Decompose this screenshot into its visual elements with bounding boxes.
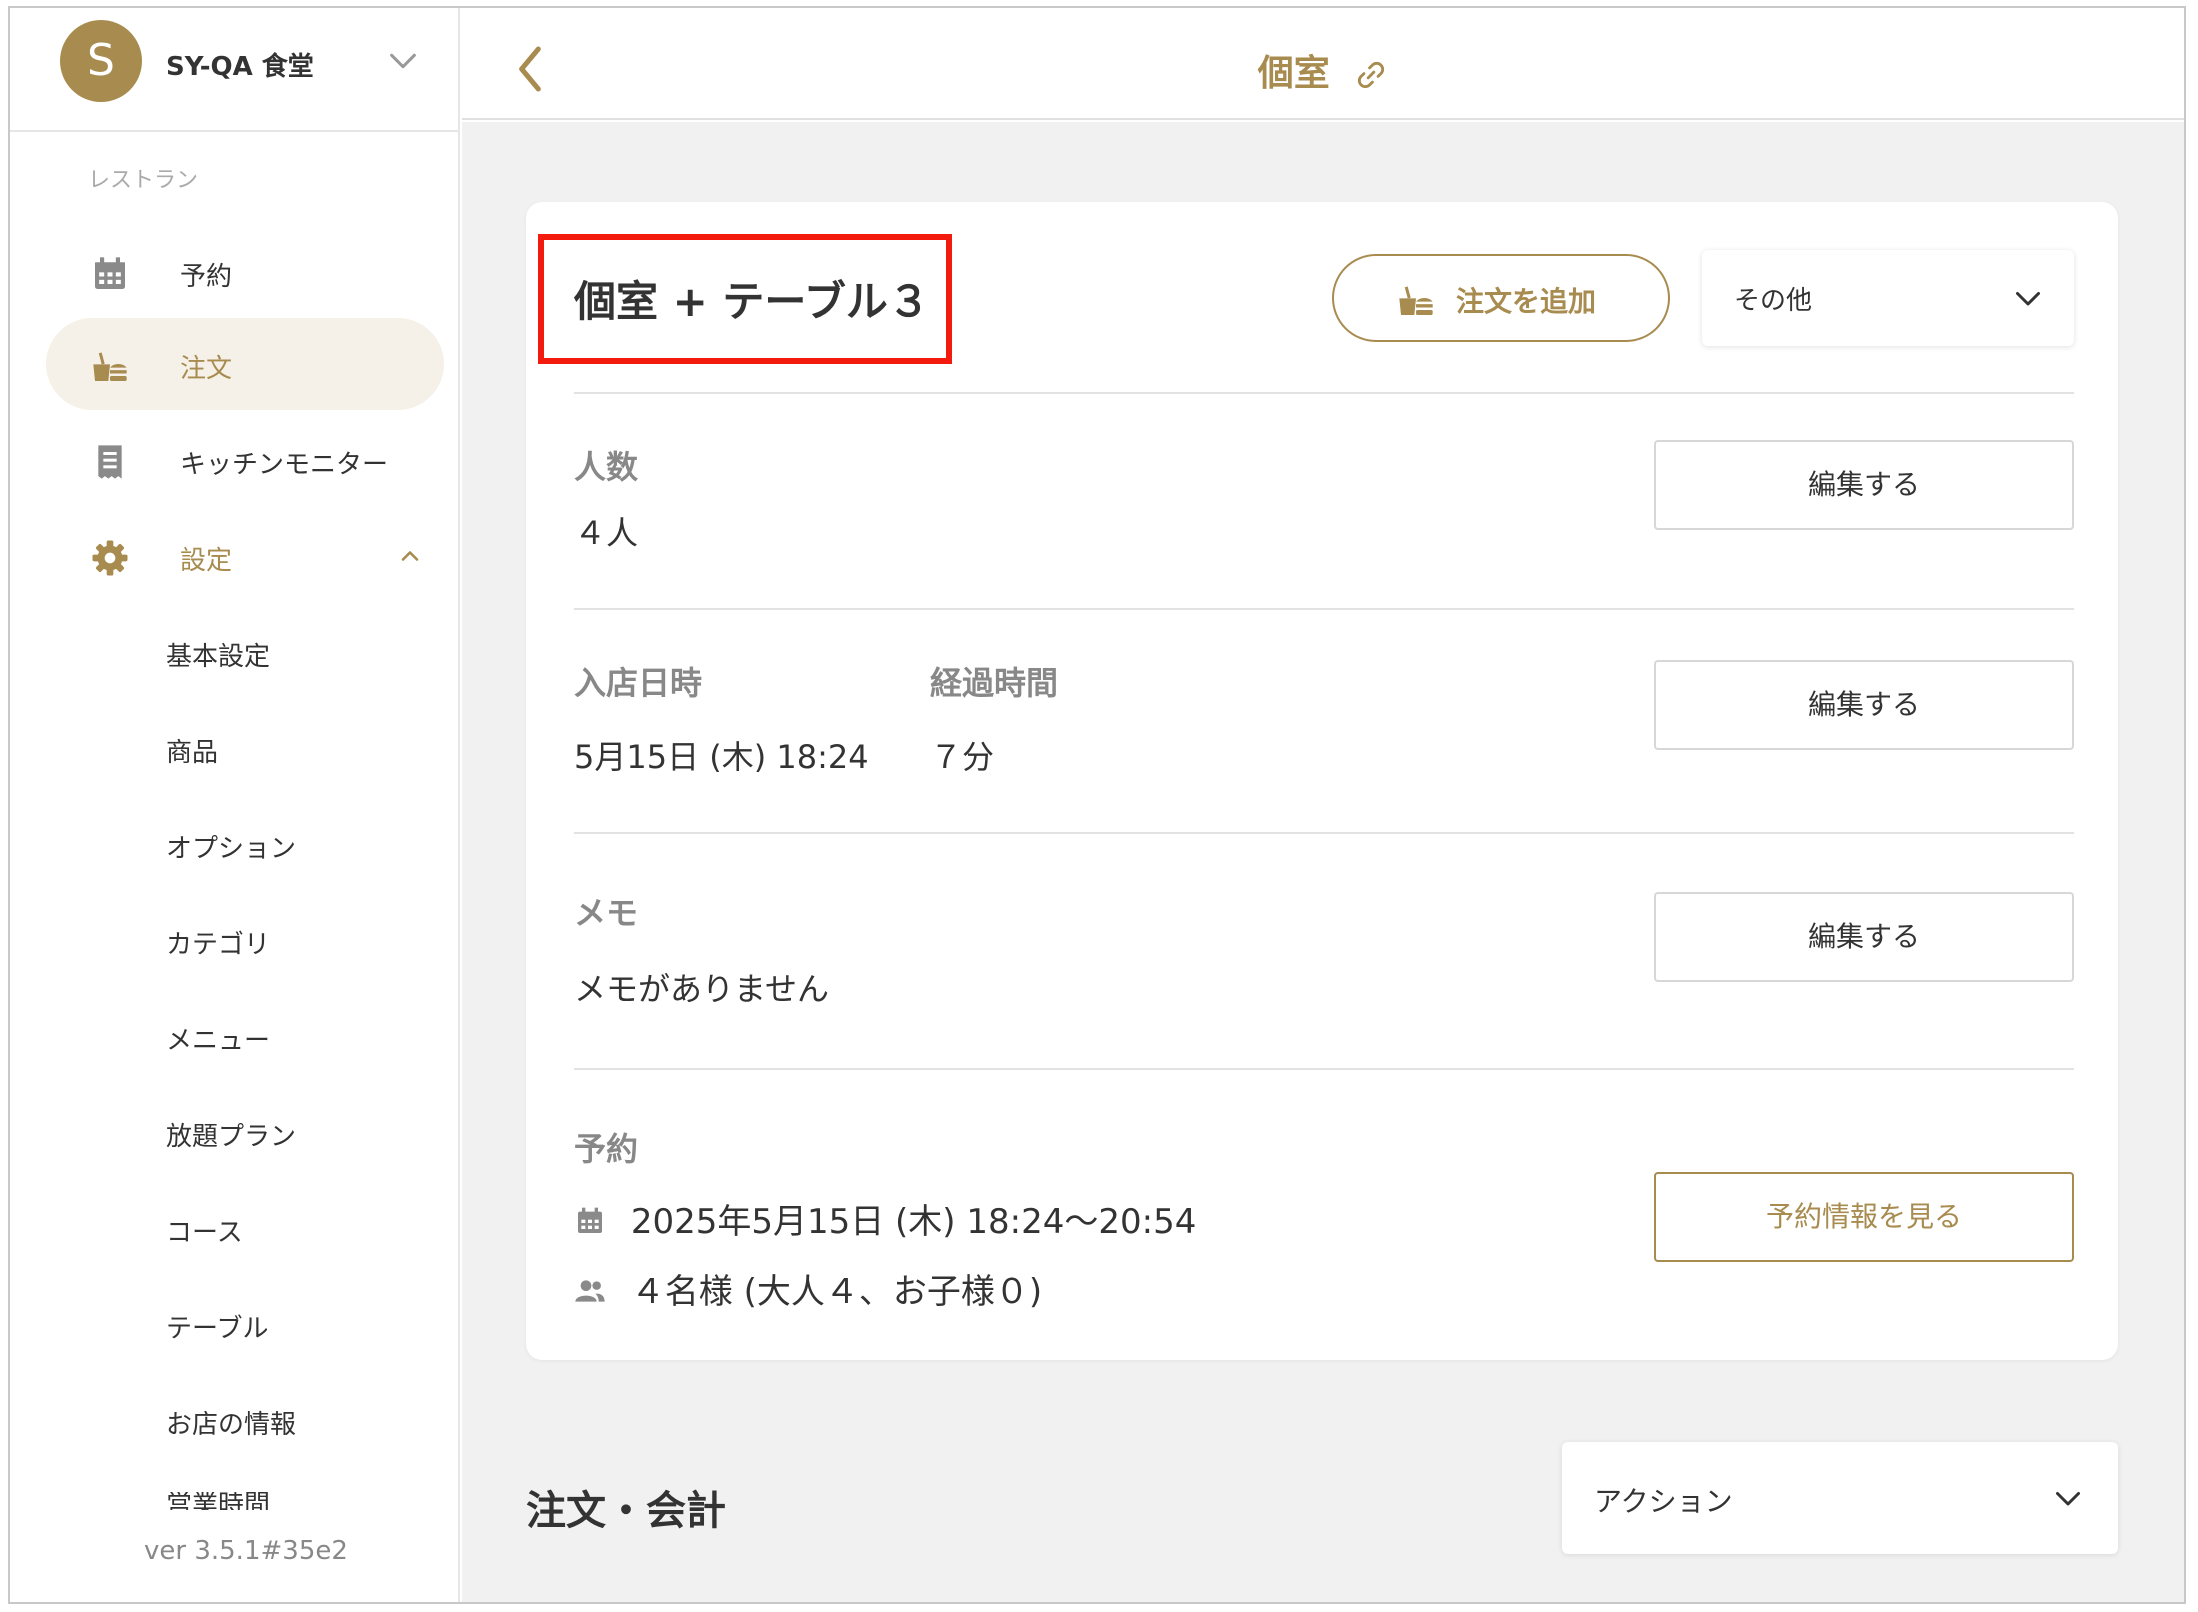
- link-icon[interactable]: [1354, 58, 1388, 92]
- sidebar-subitem-basic-settings[interactable]: 基本設定: [166, 636, 270, 673]
- elapsed-time-label: 経過時間: [930, 664, 1059, 702]
- elapsed-time-value: ７分: [930, 738, 995, 776]
- gear-icon: [92, 540, 128, 576]
- other-select-value: その他: [1734, 286, 1813, 316]
- guests-label: 人数: [574, 448, 639, 486]
- guests-value: ４人: [574, 514, 639, 552]
- action-select-value: アクション: [1594, 1485, 1733, 1518]
- action-select[interactable]: アクション: [1562, 1442, 2118, 1554]
- sidebar-subitem-business-hours[interactable]: 営業時間: [166, 1492, 270, 1510]
- sidebar-item-order[interactable]: 注文: [46, 318, 444, 410]
- sidebar-subitem-label: 営業時間: [166, 1492, 271, 1510]
- sidebar-subitem-categories[interactable]: カテゴリ: [166, 924, 270, 961]
- sidebar-subitem-menu[interactable]: メニュー: [166, 1020, 270, 1057]
- sidebar-item-kitchen-monitor[interactable]: キッチンモニター: [46, 414, 444, 506]
- other-select[interactable]: その他: [1702, 250, 2074, 346]
- avatar: S: [60, 20, 142, 102]
- memo-value: メモがありません: [574, 970, 830, 1008]
- page-title: 個室: [462, 44, 2184, 96]
- sidebar-item-label: 予約: [180, 262, 233, 292]
- order-icon: [1399, 286, 1433, 315]
- edit-entry-time-button[interactable]: 編集する: [1654, 660, 2074, 750]
- sidebar-item-label: 設定: [180, 546, 233, 576]
- sidebar-item-label: 注文: [180, 354, 233, 384]
- app-window: S SY-QA 食堂 レストラン 予約 注文 キッチンモニター 設定 基本設定 …: [8, 6, 2186, 1604]
- reservation-people: ４名様 (大人４、お子様０): [630, 1272, 1043, 1312]
- version-label: ver 3.5.1#35e2: [144, 1536, 348, 1566]
- orders-section-title: 注文・会計: [526, 1488, 726, 1534]
- sidebar-item-label: キッチンモニター: [180, 450, 389, 480]
- chevron-down-icon: [2016, 292, 2040, 306]
- table-name: 個室 + テーブル３: [574, 277, 930, 326]
- page-title-text: 個室: [1257, 53, 1330, 94]
- memo-label: メモ: [574, 894, 639, 932]
- divider: [574, 832, 2074, 834]
- divider: [574, 1068, 2074, 1070]
- shop-name: SY-QA 食堂: [166, 52, 314, 82]
- entry-time-label: 入店日時: [574, 664, 703, 702]
- calendar-icon: [95, 257, 125, 289]
- chevron-down-icon: [2056, 1492, 2080, 1506]
- sidebar-subitem-tables[interactable]: テーブル: [166, 1308, 268, 1345]
- view-reservation-button[interactable]: 予約情報を見る: [1654, 1172, 2074, 1262]
- order-icon: [93, 352, 127, 381]
- reservation-datetime-row: 2025年5月15日 (木) 18:24〜20:54: [574, 1194, 1196, 1243]
- sidebar-subitem-all-you-can-plan[interactable]: 放題プラン: [166, 1116, 296, 1153]
- top-bar: 個室: [462, 8, 2184, 120]
- reservation-datetime: 2025年5月15日 (木) 18:24〜20:54: [630, 1202, 1197, 1242]
- chevron-down-icon[interactable]: [386, 44, 420, 78]
- sidebar-subitem-options[interactable]: オプション: [166, 828, 296, 865]
- entry-time-value: 5月15日 (木) 18:24: [574, 738, 869, 776]
- sidebar-subitem-products[interactable]: 商品: [166, 732, 218, 769]
- add-order-label: 注文を追加: [1456, 285, 1597, 318]
- shop-switcher[interactable]: S SY-QA 食堂: [10, 8, 460, 132]
- add-order-button[interactable]: 注文を追加: [1332, 254, 1670, 342]
- sidebar-item-reservation[interactable]: 予約: [46, 226, 444, 318]
- sidebar: S SY-QA 食堂 レストラン 予約 注文 キッチンモニター 設定 基本設定 …: [10, 8, 460, 1602]
- table-detail-card: 個室 + テーブル３ 注文を追加 その他 人数 ４人 編集する 入店日時 5月1…: [526, 202, 2118, 1360]
- divider: [574, 608, 2074, 610]
- sidebar-section-label: レストラン: [88, 168, 199, 193]
- reservation-people-row: ４名様 (大人４、お子様０): [574, 1264, 1042, 1313]
- sidebar-subitem-shop-info[interactable]: お店の情報: [166, 1404, 296, 1441]
- main-content: 個室 + テーブル３ 注文を追加 その他 人数 ４人 編集する 入店日時 5月1…: [462, 122, 2184, 1602]
- people-icon: [575, 1280, 605, 1302]
- edit-memo-button[interactable]: 編集する: [1654, 892, 2074, 982]
- chevron-up-icon[interactable]: [396, 542, 424, 570]
- reservation-label: 予約: [574, 1130, 639, 1168]
- sidebar-subitem-course[interactable]: コース: [166, 1212, 243, 1249]
- receipt-icon: [98, 445, 122, 479]
- calendar-icon: [578, 1207, 602, 1233]
- edit-guests-button[interactable]: 編集する: [1654, 440, 2074, 530]
- divider: [574, 392, 2074, 394]
- sidebar-item-settings[interactable]: 設定: [46, 510, 444, 602]
